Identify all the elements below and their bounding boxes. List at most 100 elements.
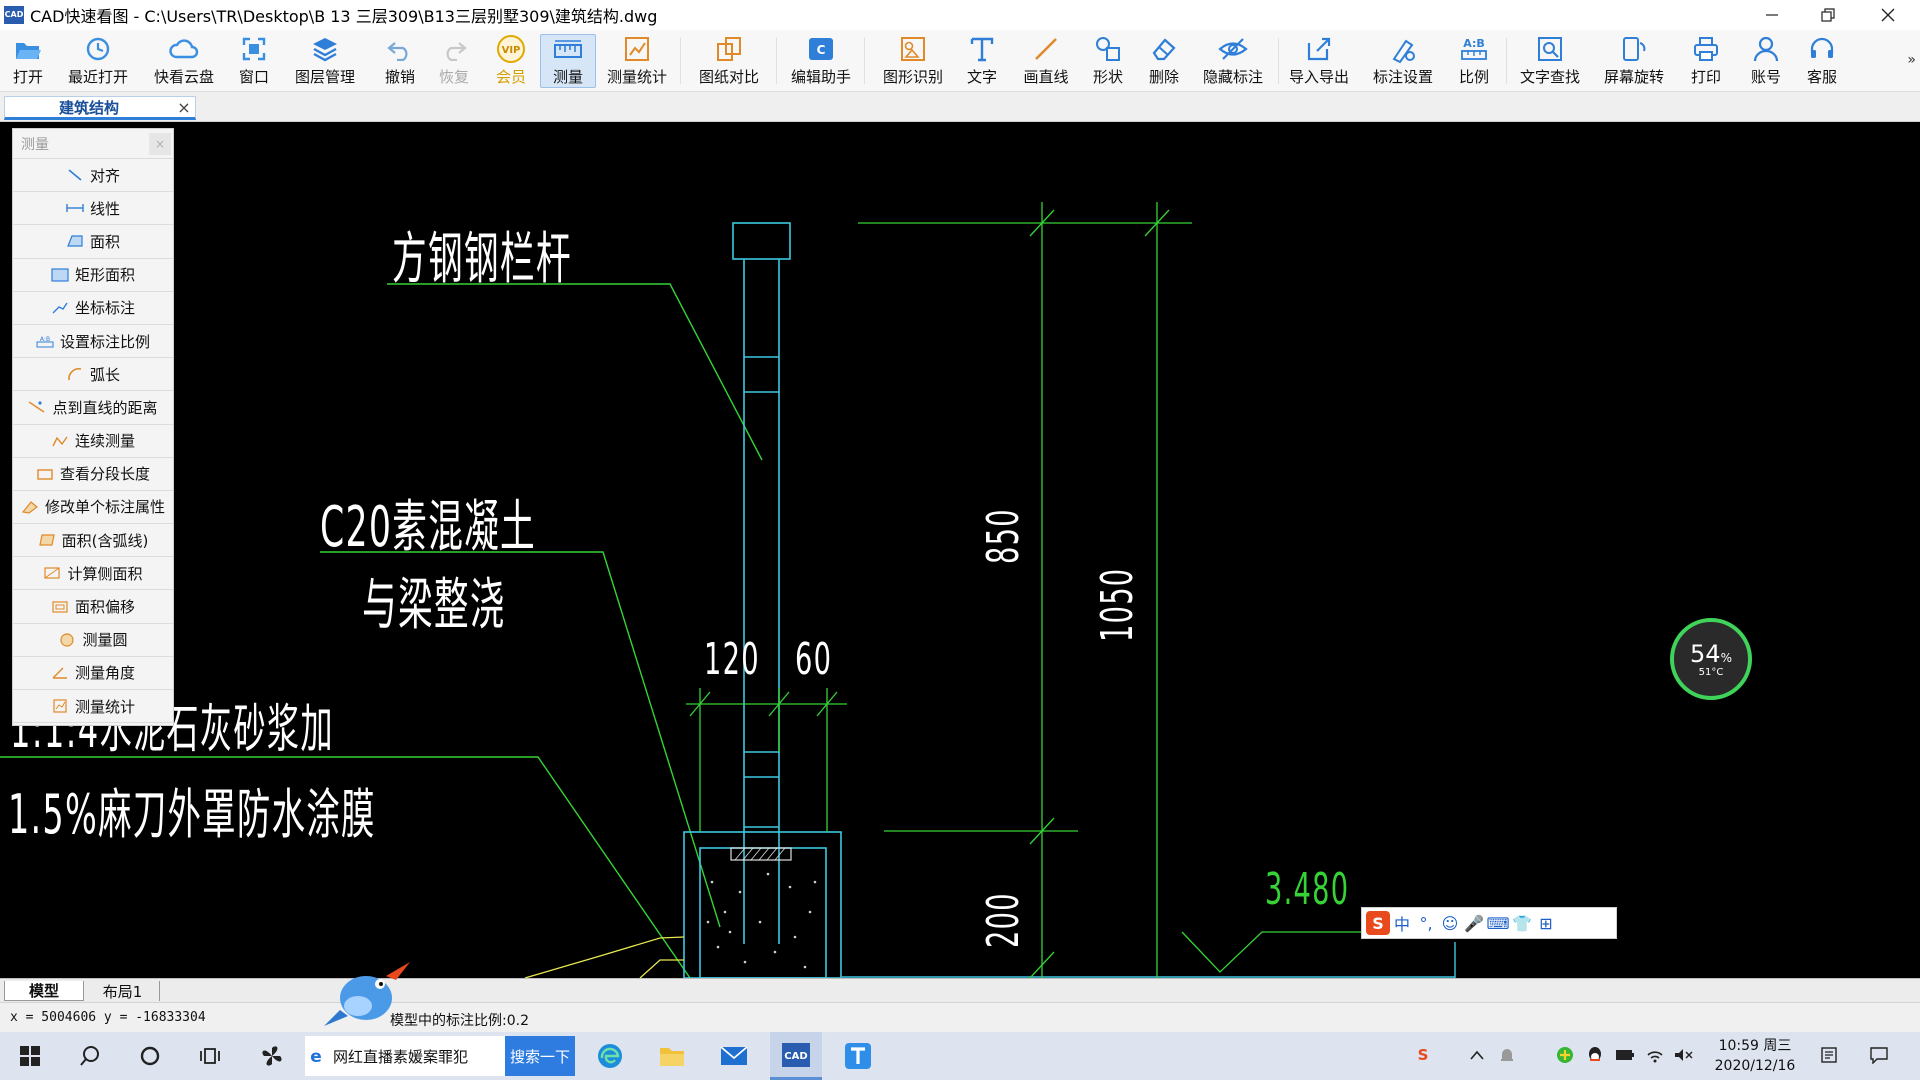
battery-icon[interactable] <box>1614 1044 1636 1066</box>
measure-item-angle[interactable]: 测量角度 <box>13 657 173 690</box>
set-scale-icon: A:B <box>36 333 54 349</box>
ime-chinese-mode[interactable]: 中 <box>1390 911 1414 935</box>
redo-button[interactable]: 恢复 <box>434 34 474 88</box>
taskbar-search-box[interactable]: 网红直播素媛案罪犯 <box>327 1036 505 1076</box>
ime-keyboard-icon[interactable]: ⌨ <box>1486 911 1510 935</box>
vip-button[interactable]: VIP 会员 <box>488 34 534 88</box>
measure-item-arc-length[interactable]: 弧长 <box>13 358 173 392</box>
ime-toolbox-icon[interactable]: ⊞ <box>1534 911 1558 935</box>
import-export-button[interactable]: 导入导出 <box>1286 34 1352 88</box>
edit-helper-button[interactable]: C 编辑助手 <box>788 34 854 88</box>
measure-item-segment-length[interactable]: 查看分段长度 <box>13 458 173 491</box>
measure-item-area-arc[interactable]: 面积(含弧线) <box>13 524 173 558</box>
system-clock[interactable]: 10:59 周三 2020/12/16 <box>1700 1036 1810 1076</box>
drawing-compare-button[interactable]: 图纸对比 <box>694 34 764 88</box>
svg-text:A:B: A:B <box>1463 37 1485 50</box>
window-title: CAD快速看图 - C:\Users\TR\Desktop\B 13 三层309… <box>30 7 658 26</box>
notes-tray-icon[interactable] <box>1818 1044 1840 1066</box>
restore-button[interactable] <box>1800 0 1856 30</box>
mail-button[interactable] <box>710 1032 758 1080</box>
tab-close-icon[interactable]: × <box>173 98 195 117</box>
toolbar-more-button[interactable]: » <box>1907 52 1916 68</box>
tray-overflow-icon[interactable] <box>1466 1044 1488 1066</box>
cloud-drive-button[interactable]: 快看云盘 <box>148 34 220 88</box>
measure-stats-button[interactable]: 测量统计 <box>604 34 670 88</box>
tab-layout1[interactable]: 布局1 <box>86 981 160 1001</box>
screen-rotate-button[interactable]: 屏幕旋转 <box>1600 34 1668 88</box>
cpu-temperature-widget[interactable]: 54% 51°C <box>1670 618 1752 700</box>
sogou-tray-icon[interactable]: S <box>1412 1044 1434 1066</box>
wifi-icon[interactable] <box>1644 1044 1666 1066</box>
linear-measure-icon <box>66 200 84 216</box>
scale-button[interactable]: A:B 比例 <box>1452 34 1496 88</box>
tab-model[interactable]: 模型 <box>4 981 84 1001</box>
measure-item-point-to-line[interactable]: 点到直线的距离 <box>13 391 173 425</box>
file-explorer-button[interactable] <box>648 1032 696 1080</box>
close-button[interactable] <box>1860 0 1916 30</box>
measure-item-align[interactable]: 对齐 <box>13 159 173 193</box>
measure-item-continuous[interactable]: 连续测量 <box>13 425 173 458</box>
text-app-button[interactable] <box>834 1032 882 1080</box>
shape-button[interactable]: 形状 <box>1086 34 1130 88</box>
action-center-icon[interactable] <box>1868 1044 1890 1066</box>
measure-item-circle[interactable]: 测量圆 <box>13 624 173 657</box>
measure-item-area[interactable]: 面积 <box>13 225 173 259</box>
ime-skin-icon[interactable]: 👕 <box>1510 911 1534 935</box>
open-button[interactable]: 打开 <box>6 34 50 88</box>
ime-emoji-icon[interactable]: ☺ <box>1438 911 1462 935</box>
toolbar-separator <box>864 38 865 84</box>
panel-close-icon[interactable]: × <box>149 132 171 155</box>
notification-bell-icon[interactable] <box>1496 1044 1518 1066</box>
measure-item-coordinate[interactable]: 坐标标注 <box>13 292 173 325</box>
sogou-logo-icon[interactable]: S <box>1366 911 1390 935</box>
hide-annotation-button[interactable]: 隐藏标注 <box>1198 34 1268 88</box>
measure-item-stats[interactable]: 测量统计 <box>13 690 173 724</box>
cpu-temperature: 51°C <box>1698 666 1724 678</box>
draw-line-button[interactable]: 画直线 <box>1018 34 1074 88</box>
start-button[interactable] <box>6 1032 54 1080</box>
text-search-icon <box>1538 37 1562 61</box>
task-view-button[interactable] <box>186 1032 234 1080</box>
print-button[interactable]: 打印 <box>1684 34 1728 88</box>
shapes-icon <box>1096 37 1120 61</box>
text-search-button[interactable]: 文字查找 <box>1516 34 1584 88</box>
security-tray-icon[interactable] <box>1554 1044 1576 1066</box>
edge-button[interactable] <box>586 1032 634 1080</box>
minimize-button[interactable] <box>1744 0 1800 30</box>
text-button[interactable]: 文字 <box>960 34 1004 88</box>
shape-recognition-button[interactable]: 图形识别 <box>878 34 948 88</box>
cortana-button[interactable] <box>126 1032 174 1080</box>
document-tab[interactable]: 建筑结构 × <box>4 96 196 120</box>
delete-button[interactable]: 删除 <box>1142 34 1186 88</box>
railing-post <box>683 222 842 978</box>
measure-item-area-offset[interactable]: 面积偏移 <box>13 590 173 624</box>
clock-time: 10:59 周三 <box>1718 1038 1792 1054</box>
layer-manager-button[interactable]: 图层管理 <box>290 34 360 88</box>
measure-item-set-scale[interactable]: A:B 设置标注比例 <box>13 325 173 359</box>
account-button[interactable]: 账号 <box>1744 34 1788 88</box>
pinwheel-app-button[interactable] <box>248 1032 296 1080</box>
window-button[interactable]: 窗口 <box>232 34 276 88</box>
ime-punctuation[interactable]: °, <box>1414 911 1438 935</box>
ime-mic-icon[interactable]: 🎤 <box>1462 911 1486 935</box>
measure-item-rect-area[interactable]: 矩形面积 <box>13 259 173 292</box>
measure-button[interactable]: 测量 <box>540 34 596 88</box>
measure-item-side-area[interactable]: 计算侧面积 <box>13 557 173 591</box>
annotation-settings-button[interactable]: 标注设置 <box>1370 34 1436 88</box>
embed-plate-hatch <box>734 847 786 861</box>
layers-icon <box>313 38 337 62</box>
measure-item-modify-property[interactable]: 修改单个标注属性 <box>13 491 173 525</box>
qq-tray-icon[interactable] <box>1584 1044 1606 1066</box>
cad-app-taskbar-button[interactable]: CAD <box>770 1032 822 1080</box>
taskbar-search-button[interactable] <box>66 1032 114 1080</box>
chevron-up-icon <box>1470 1050 1484 1060</box>
search-go-button[interactable]: 搜索一下 <box>505 1036 575 1076</box>
customer-service-button[interactable]: 客服 <box>1800 34 1844 88</box>
mascot-bird-icon[interactable] <box>318 950 418 1030</box>
recent-open-button[interactable]: 最近打开 <box>62 34 134 88</box>
undo-button[interactable]: 撤销 <box>380 34 420 88</box>
volume-muted-icon[interactable] <box>1672 1044 1694 1066</box>
percent-sign: % <box>1720 650 1732 665</box>
drawing-canvas[interactable]: 方钢钢栏杆 C20素混凝土 与梁整浇 1:1:4水泥石灰砂浆加 1.5%麻刀外罩… <box>0 122 1920 978</box>
measure-item-linear[interactable]: 线性 <box>13 192 173 226</box>
